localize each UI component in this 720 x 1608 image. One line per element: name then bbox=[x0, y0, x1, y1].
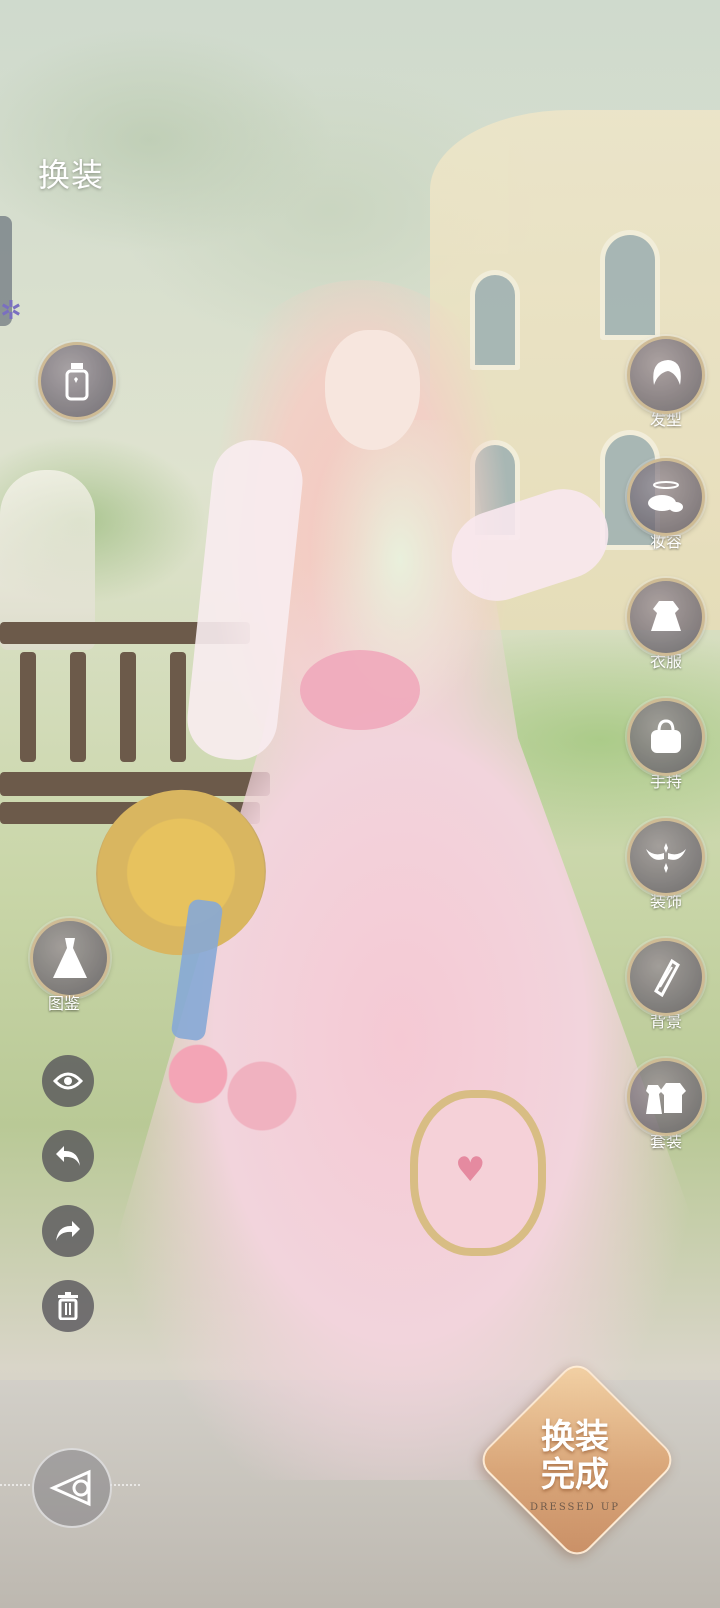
dressed-up-line1: 换装 bbox=[541, 1417, 609, 1457]
background-icon bbox=[627, 938, 705, 1016]
trash-icon bbox=[58, 1292, 78, 1320]
menu-decoration[interactable]: 装饰 bbox=[624, 818, 708, 912]
menu-outfit-set[interactable]: 套装 bbox=[624, 1058, 708, 1152]
redo-icon bbox=[56, 1221, 80, 1241]
undo-icon bbox=[56, 1146, 80, 1166]
hair-icon bbox=[627, 336, 705, 414]
gown-icon bbox=[53, 938, 87, 978]
dressed-up-subtitle: DRESSED UP bbox=[529, 1502, 621, 1513]
menu-background[interactable]: 背景 bbox=[624, 938, 708, 1032]
catalog-button[interactable] bbox=[30, 918, 110, 998]
dress-icon bbox=[627, 578, 705, 656]
divider-dots bbox=[0, 1484, 30, 1488]
pinwheel-icon[interactable]: ✲ bbox=[0, 296, 36, 332]
bottle-icon bbox=[65, 363, 89, 401]
heart-gem: ♥ bbox=[455, 1150, 486, 1190]
dress-bow bbox=[300, 650, 420, 730]
divider-dots bbox=[110, 1484, 140, 1488]
rose-bouquet bbox=[150, 1030, 310, 1140]
character-face bbox=[325, 330, 420, 450]
menu-handheld[interactable]: 手持 bbox=[624, 698, 708, 792]
outfit-set-icon bbox=[627, 1058, 705, 1136]
camera-button[interactable] bbox=[32, 1448, 112, 1528]
catalog-label: 图鉴 bbox=[48, 994, 81, 1013]
delete-button[interactable] bbox=[42, 1280, 94, 1332]
wings-icon bbox=[627, 818, 705, 896]
manor-window bbox=[600, 230, 660, 340]
makeup-icon bbox=[627, 458, 705, 536]
menu-hairstyle[interactable]: 发型 bbox=[624, 336, 708, 430]
camera-icon bbox=[49, 1469, 91, 1507]
dressed-up-label[interactable]: 换装 完成 bbox=[520, 1418, 630, 1494]
toggle-view-button[interactable] bbox=[42, 1055, 94, 1107]
menu-makeup[interactable]: 妆容 bbox=[624, 458, 708, 552]
page-title: 换装 bbox=[38, 156, 105, 194]
cosmetic-button[interactable] bbox=[38, 342, 116, 420]
menu-clothes[interactable]: 衣服 bbox=[624, 578, 708, 672]
handbag-icon bbox=[627, 698, 705, 776]
undo-button[interactable] bbox=[42, 1130, 94, 1182]
redo-button[interactable] bbox=[42, 1205, 94, 1257]
dressed-up-line2: 完成 bbox=[541, 1455, 609, 1495]
eye-icon bbox=[53, 1072, 83, 1090]
